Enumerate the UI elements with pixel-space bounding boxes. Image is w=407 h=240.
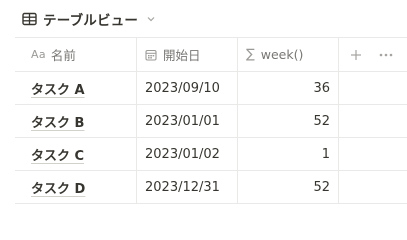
table-row[interactable]: タスク A 2023/09/10 36: [15, 72, 407, 105]
column-header-week[interactable]: ∑ week(): [238, 38, 339, 71]
title-icon: Aa: [31, 48, 46, 61]
calendar-icon: [145, 49, 157, 61]
task-name[interactable]: タスク A: [31, 79, 85, 98]
name-cell[interactable]: タスク C: [15, 138, 137, 170]
table-icon: [22, 12, 37, 26]
table-row[interactable]: タスク D 2023/12/31 52: [15, 171, 407, 204]
empty-cell: [339, 72, 407, 104]
table-row[interactable]: タスク B 2023/01/01 52: [15, 105, 407, 138]
column-header-name[interactable]: Aa 名前: [15, 38, 137, 71]
name-cell[interactable]: タスク A: [15, 72, 137, 104]
header-actions: [339, 38, 407, 71]
empty-cell: [339, 171, 407, 203]
start-date-cell[interactable]: 2023/09/10: [137, 72, 238, 104]
week-cell[interactable]: 52: [238, 105, 339, 137]
task-name[interactable]: タスク D: [31, 178, 85, 197]
table-row[interactable]: タスク C 2023/01/02 1: [15, 138, 407, 171]
start-date-cell[interactable]: 2023/01/01: [137, 105, 238, 137]
plus-icon[interactable]: [345, 44, 367, 66]
week-cell[interactable]: 36: [238, 72, 339, 104]
start-date-cell[interactable]: 2023/01/02: [137, 138, 238, 170]
column-header-label: week(): [260, 47, 304, 62]
empty-cell: [339, 138, 407, 170]
week-value: 52: [313, 113, 330, 129]
start-date-value: 2023/01/02: [145, 146, 220, 162]
column-header-label: 開始日: [163, 48, 201, 63]
week-value: 52: [313, 179, 330, 195]
task-name[interactable]: タスク B: [31, 112, 84, 131]
table-header-row: Aa 名前 開始日 ∑ week(): [15, 37, 407, 72]
column-header-label: 名前: [50, 48, 76, 63]
week-cell[interactable]: 52: [238, 171, 339, 203]
name-cell[interactable]: タスク B: [15, 105, 137, 137]
task-name[interactable]: タスク C: [31, 145, 84, 164]
formula-icon: ∑: [246, 47, 255, 62]
view-tab[interactable]: テーブルビュー: [22, 9, 156, 29]
view-title: テーブルビュー: [43, 13, 139, 29]
start-date-cell[interactable]: 2023/12/31: [137, 171, 238, 203]
start-date-value: 2023/01/01: [145, 113, 220, 129]
week-value: 36: [313, 80, 330, 96]
week-value: 1: [321, 146, 330, 162]
database-table: Aa 名前 開始日 ∑ week() タスク A 2023/09/10 36 タ…: [15, 37, 407, 204]
more-horizontal-icon[interactable]: [375, 44, 397, 66]
week-cell[interactable]: 1: [238, 138, 339, 170]
empty-cell: [339, 105, 407, 137]
chevron-down-icon[interactable]: [146, 14, 156, 24]
column-header-start-date[interactable]: 開始日: [137, 38, 238, 71]
name-cell[interactable]: タスク D: [15, 171, 137, 203]
start-date-value: 2023/12/31: [145, 179, 220, 195]
start-date-value: 2023/09/10: [145, 80, 220, 96]
